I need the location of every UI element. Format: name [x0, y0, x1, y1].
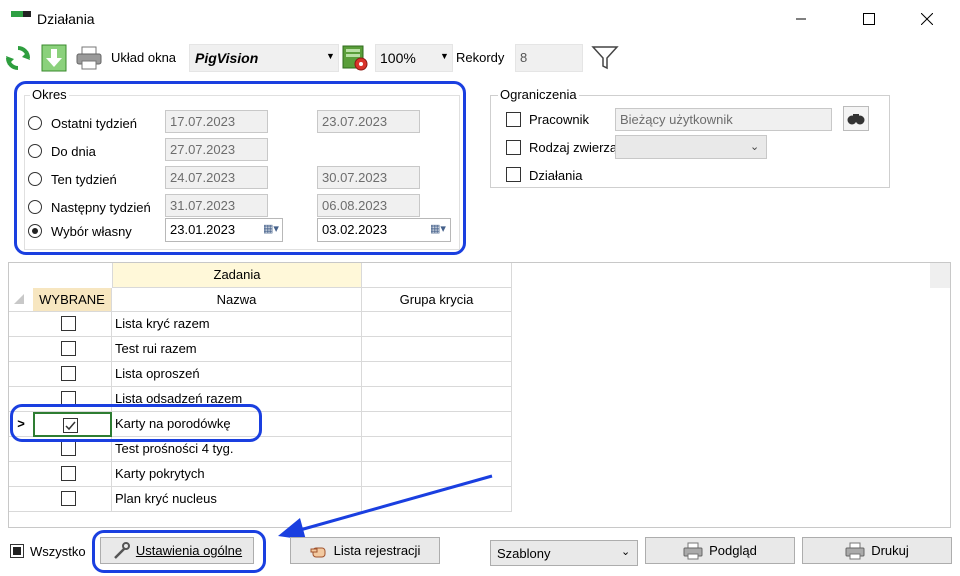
- limits-legend: Ograniczenia: [498, 87, 579, 102]
- records-field: 8: [515, 44, 583, 72]
- select-all-corner[interactable]: [9, 288, 33, 312]
- row-indicator: [9, 462, 33, 487]
- records-value: 8: [520, 50, 528, 65]
- actions-label: Działania: [529, 168, 583, 183]
- annotation-arrow-icon: [278, 474, 493, 540]
- employee-lookup-button[interactable]: [843, 106, 869, 131]
- print-toolbar-button[interactable]: [76, 46, 102, 73]
- table-row-selected-cell[interactable]: [33, 337, 112, 362]
- selected-row-highlight-frame: [10, 404, 262, 442]
- chevron-down-icon: ▼: [440, 51, 449, 61]
- title-bar: Działania: [0, 0, 960, 38]
- close-button[interactable]: [904, 0, 950, 38]
- grid-scroll-corner: [930, 263, 950, 288]
- row-indicator: [9, 312, 33, 337]
- employee-checkbox[interactable]: [506, 112, 521, 127]
- minimize-icon: [796, 18, 806, 20]
- refresh-icon: [6, 46, 30, 70]
- layout-select-value: PigVision: [195, 50, 259, 66]
- actions-checkbox[interactable]: [506, 167, 521, 182]
- row-indicator: [9, 337, 33, 362]
- minimize-button[interactable]: [778, 0, 824, 38]
- binoculars-icon: [847, 114, 865, 125]
- corner-triangle-icon: [14, 294, 24, 304]
- layout-gear-icon: [342, 45, 368, 71]
- print-button[interactable]: Drukuj: [802, 537, 952, 564]
- table-row-name[interactable]: Lista oproszeń: [112, 362, 362, 387]
- row-indicator: [9, 362, 33, 387]
- animal-type-select[interactable]: ⌄: [615, 135, 767, 159]
- all-label: Wszystko: [30, 544, 86, 559]
- row-checkbox[interactable]: [61, 366, 76, 381]
- chevron-down-icon: ⌄: [750, 141, 760, 153]
- column-header-group[interactable]: Grupa krycia: [362, 288, 512, 312]
- table-row-selected-cell[interactable]: [33, 312, 112, 337]
- table-row-group[interactable]: [362, 387, 512, 412]
- row-checkbox[interactable]: [61, 441, 76, 456]
- table-row-selected-cell[interactable]: [33, 362, 112, 387]
- app-icon: [11, 11, 31, 21]
- table-row-name[interactable]: Test rui razem: [112, 337, 362, 362]
- animal-type-checkbox[interactable]: [506, 140, 521, 155]
- employee-label: Pracownik: [529, 112, 589, 127]
- row-indicator: [9, 487, 33, 512]
- table-row-group[interactable]: [362, 362, 512, 387]
- layout-select[interactable]: PigVision ▼: [189, 44, 339, 72]
- period-highlight-frame: [14, 81, 466, 255]
- layout-label: Układ okna: [111, 50, 177, 65]
- filter-button[interactable]: [590, 45, 620, 74]
- zoom-select[interactable]: 100% ▼: [375, 44, 453, 72]
- printer-icon: [683, 542, 703, 559]
- download-arrow-icon: [41, 44, 67, 72]
- employee-field: Bieżący użytkownik: [615, 108, 832, 131]
- table-row-selected-cell[interactable]: [33, 487, 112, 512]
- preview-label: Podgląd: [709, 543, 757, 558]
- column-header-name[interactable]: Nazwa: [112, 288, 362, 312]
- table-row-group[interactable]: [362, 312, 512, 337]
- toolbar: Układ okna PigVision ▼ 100% ▼ Rekordy 8: [0, 40, 960, 76]
- registration-list-label: Lista rejestracji: [333, 543, 421, 558]
- registration-list-button[interactable]: Lista rejestracji: [290, 537, 440, 564]
- chevron-down-icon: ⌄: [621, 546, 631, 558]
- table-row-group[interactable]: [362, 437, 512, 462]
- table-row-group[interactable]: [362, 412, 512, 437]
- hand-pointer-icon: [310, 547, 326, 557]
- print-label: Drukuj: [871, 543, 909, 558]
- row-checkbox[interactable]: [61, 491, 76, 506]
- all-checkbox[interactable]: [10, 544, 24, 558]
- layout-settings-button[interactable]: [341, 44, 369, 75]
- printer-icon: [845, 542, 865, 559]
- refresh-button[interactable]: [5, 45, 31, 74]
- maximize-button[interactable]: [846, 0, 892, 38]
- zoom-value: 100%: [380, 50, 416, 66]
- preview-button[interactable]: Podgląd: [645, 537, 795, 564]
- group-header-blank: [362, 263, 512, 288]
- close-icon: [921, 13, 933, 25]
- maximize-icon: [863, 13, 875, 25]
- filter-icon: [591, 46, 619, 70]
- window-title: Działania: [37, 11, 95, 27]
- column-header-selected[interactable]: WYBRANE: [33, 288, 112, 312]
- templates-select[interactable]: Szablony ⌄: [490, 540, 638, 566]
- chevron-down-icon: ▼: [326, 51, 335, 61]
- group-header-tasks: Zadania: [112, 263, 362, 288]
- templates-value: Szablony: [497, 546, 551, 561]
- download-button[interactable]: [41, 44, 67, 75]
- row-checkbox[interactable]: [61, 466, 76, 481]
- table-row-group[interactable]: [362, 337, 512, 362]
- row-checkbox[interactable]: [61, 316, 76, 331]
- settings-highlight-frame: [92, 530, 266, 573]
- animal-type-label: Rodzaj zwierzą: [529, 140, 618, 155]
- table-row-selected-cell[interactable]: [33, 462, 112, 487]
- printer-icon: [76, 46, 102, 70]
- records-label: Rekordy: [456, 50, 505, 65]
- table-row-name[interactable]: Lista kryć razem: [112, 312, 362, 337]
- row-checkbox[interactable]: [61, 341, 76, 356]
